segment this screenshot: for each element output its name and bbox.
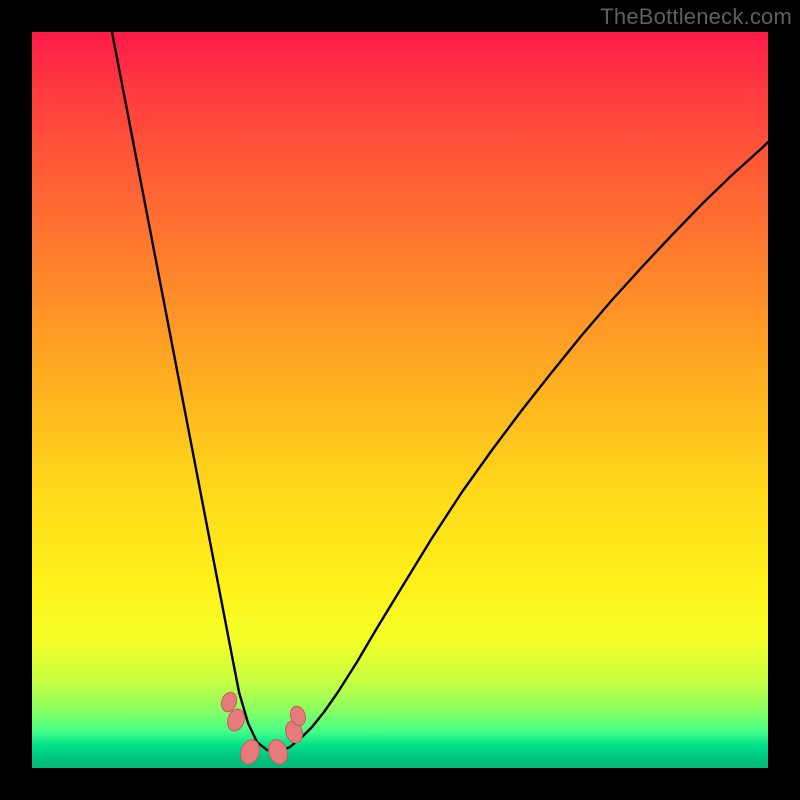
chart-svg	[32, 32, 768, 768]
curve-line	[112, 32, 768, 752]
marker-point	[266, 737, 291, 766]
chart-plot-area	[32, 32, 768, 768]
marker-point	[238, 737, 263, 766]
watermark-text: TheBottleneck.com	[600, 4, 792, 30]
